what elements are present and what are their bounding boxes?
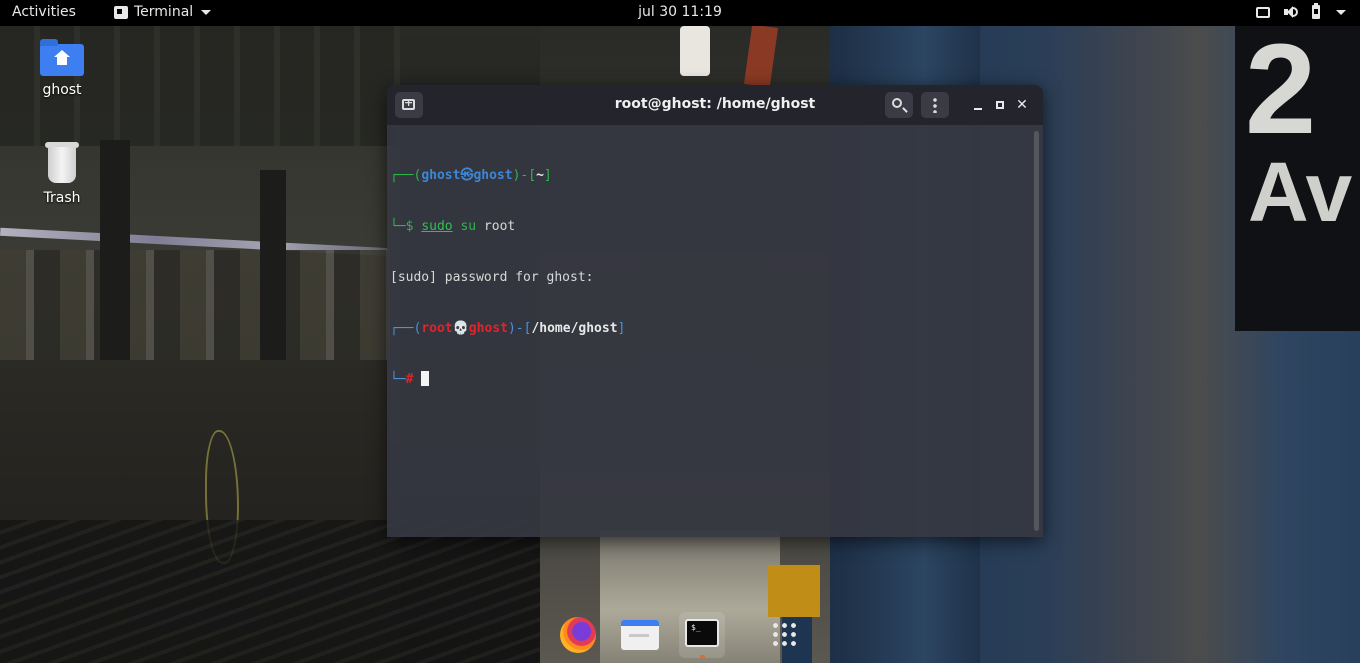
terminal-icon: $_ bbox=[685, 619, 719, 647]
volume-icon bbox=[1284, 5, 1298, 19]
prompt-frame: )-[ bbox=[512, 168, 537, 183]
dock-firefox[interactable] bbox=[555, 612, 601, 658]
search-icon bbox=[892, 98, 902, 108]
dock-files[interactable] bbox=[617, 612, 663, 658]
desktop-icon-label: Trash bbox=[43, 190, 81, 206]
clock[interactable]: jul 30 11:19 bbox=[638, 4, 722, 20]
search-button[interactable] bbox=[885, 92, 913, 118]
prompt-frame: ┌──( bbox=[390, 321, 422, 336]
top-bar: Activities Terminal jul 30 11:19 bbox=[0, 0, 1360, 26]
prompt-frame: ┌──( bbox=[390, 168, 422, 183]
terminal-icon bbox=[114, 5, 128, 19]
running-indicator bbox=[700, 655, 705, 658]
terminal-line: └─# bbox=[390, 371, 1030, 388]
show-applications-button[interactable] bbox=[759, 612, 805, 658]
desktop-icon-home[interactable]: ghost bbox=[17, 39, 107, 98]
prompt-path: ~ bbox=[536, 168, 544, 183]
terminal-line: [sudo] password for ghost: bbox=[390, 269, 1030, 286]
dock-terminal[interactable]: $_ bbox=[679, 612, 725, 658]
firefox-icon bbox=[560, 617, 596, 653]
text-cursor bbox=[421, 371, 430, 386]
prompt-frame: )-[ bbox=[507, 321, 532, 336]
command-arg: root bbox=[476, 219, 516, 234]
prompt-user: root💀ghost bbox=[421, 321, 508, 336]
minimize-button[interactable] bbox=[971, 98, 985, 112]
menu-button[interactable] bbox=[921, 92, 949, 118]
prompt-frame: └─ bbox=[390, 372, 406, 387]
app-menu-label: Terminal bbox=[134, 4, 194, 20]
close-button[interactable]: ✕ bbox=[1015, 98, 1029, 112]
system-tray[interactable] bbox=[1256, 3, 1346, 19]
wallpaper-sign-number: 2 bbox=[1245, 18, 1317, 161]
trash-icon bbox=[45, 142, 79, 184]
app-menu-button[interactable]: Terminal bbox=[114, 4, 212, 20]
command: sudo bbox=[421, 219, 453, 234]
home-folder-icon bbox=[40, 39, 84, 76]
terminal-line: └─$ sudo su root bbox=[390, 218, 1030, 235]
new-tab-icon bbox=[402, 96, 415, 110]
app-grid-icon bbox=[771, 621, 797, 647]
maximize-button[interactable] bbox=[993, 98, 1007, 112]
scrollbar[interactable] bbox=[1034, 131, 1039, 531]
wallpaper-sign-ave: Av bbox=[1248, 145, 1353, 239]
desktop-icon-label: ghost bbox=[42, 82, 82, 98]
battery-icon bbox=[1312, 3, 1320, 19]
terminal-window[interactable]: root@ghost: /home/ghost ✕ ┌──(ghost㉿ghos… bbox=[387, 85, 1043, 537]
new-tab-button[interactable] bbox=[395, 92, 423, 118]
kebab-menu-icon bbox=[933, 97, 937, 113]
files-icon bbox=[621, 620, 659, 650]
wallpaper-track bbox=[0, 520, 600, 663]
terminal-output[interactable]: ┌──(ghost㉿ghost)-[~] └─$ sudo su root [s… bbox=[390, 133, 1030, 529]
screen-icon bbox=[1256, 6, 1270, 18]
dock: $_ bbox=[545, 604, 815, 663]
prompt-frame: ] bbox=[543, 168, 552, 183]
command-arg: su bbox=[452, 219, 477, 234]
terminal-line: ┌──(root💀ghost)-[/home/ghost] bbox=[390, 320, 1030, 337]
output-text: [sudo] password for ghost: bbox=[390, 270, 594, 285]
prompt-user: ghost㉿ghost bbox=[421, 168, 513, 183]
chevron-down-icon bbox=[1336, 9, 1346, 15]
terminal-line: ┌──(ghost㉿ghost)-[~] bbox=[390, 167, 1030, 184]
wallpaper-ceiling-light bbox=[680, 26, 710, 76]
prompt-frame: └─$ bbox=[390, 219, 422, 234]
chevron-down-icon bbox=[201, 9, 212, 15]
wallpaper-platform bbox=[0, 250, 390, 360]
prompt-path: /home/ghost bbox=[531, 321, 618, 336]
prompt-frame: ] bbox=[617, 321, 626, 336]
terminal-titlebar[interactable]: root@ghost: /home/ghost ✕ bbox=[387, 85, 1043, 125]
activities-button[interactable]: Activities bbox=[12, 4, 76, 20]
desktop-icon-trash[interactable]: Trash bbox=[17, 142, 107, 206]
